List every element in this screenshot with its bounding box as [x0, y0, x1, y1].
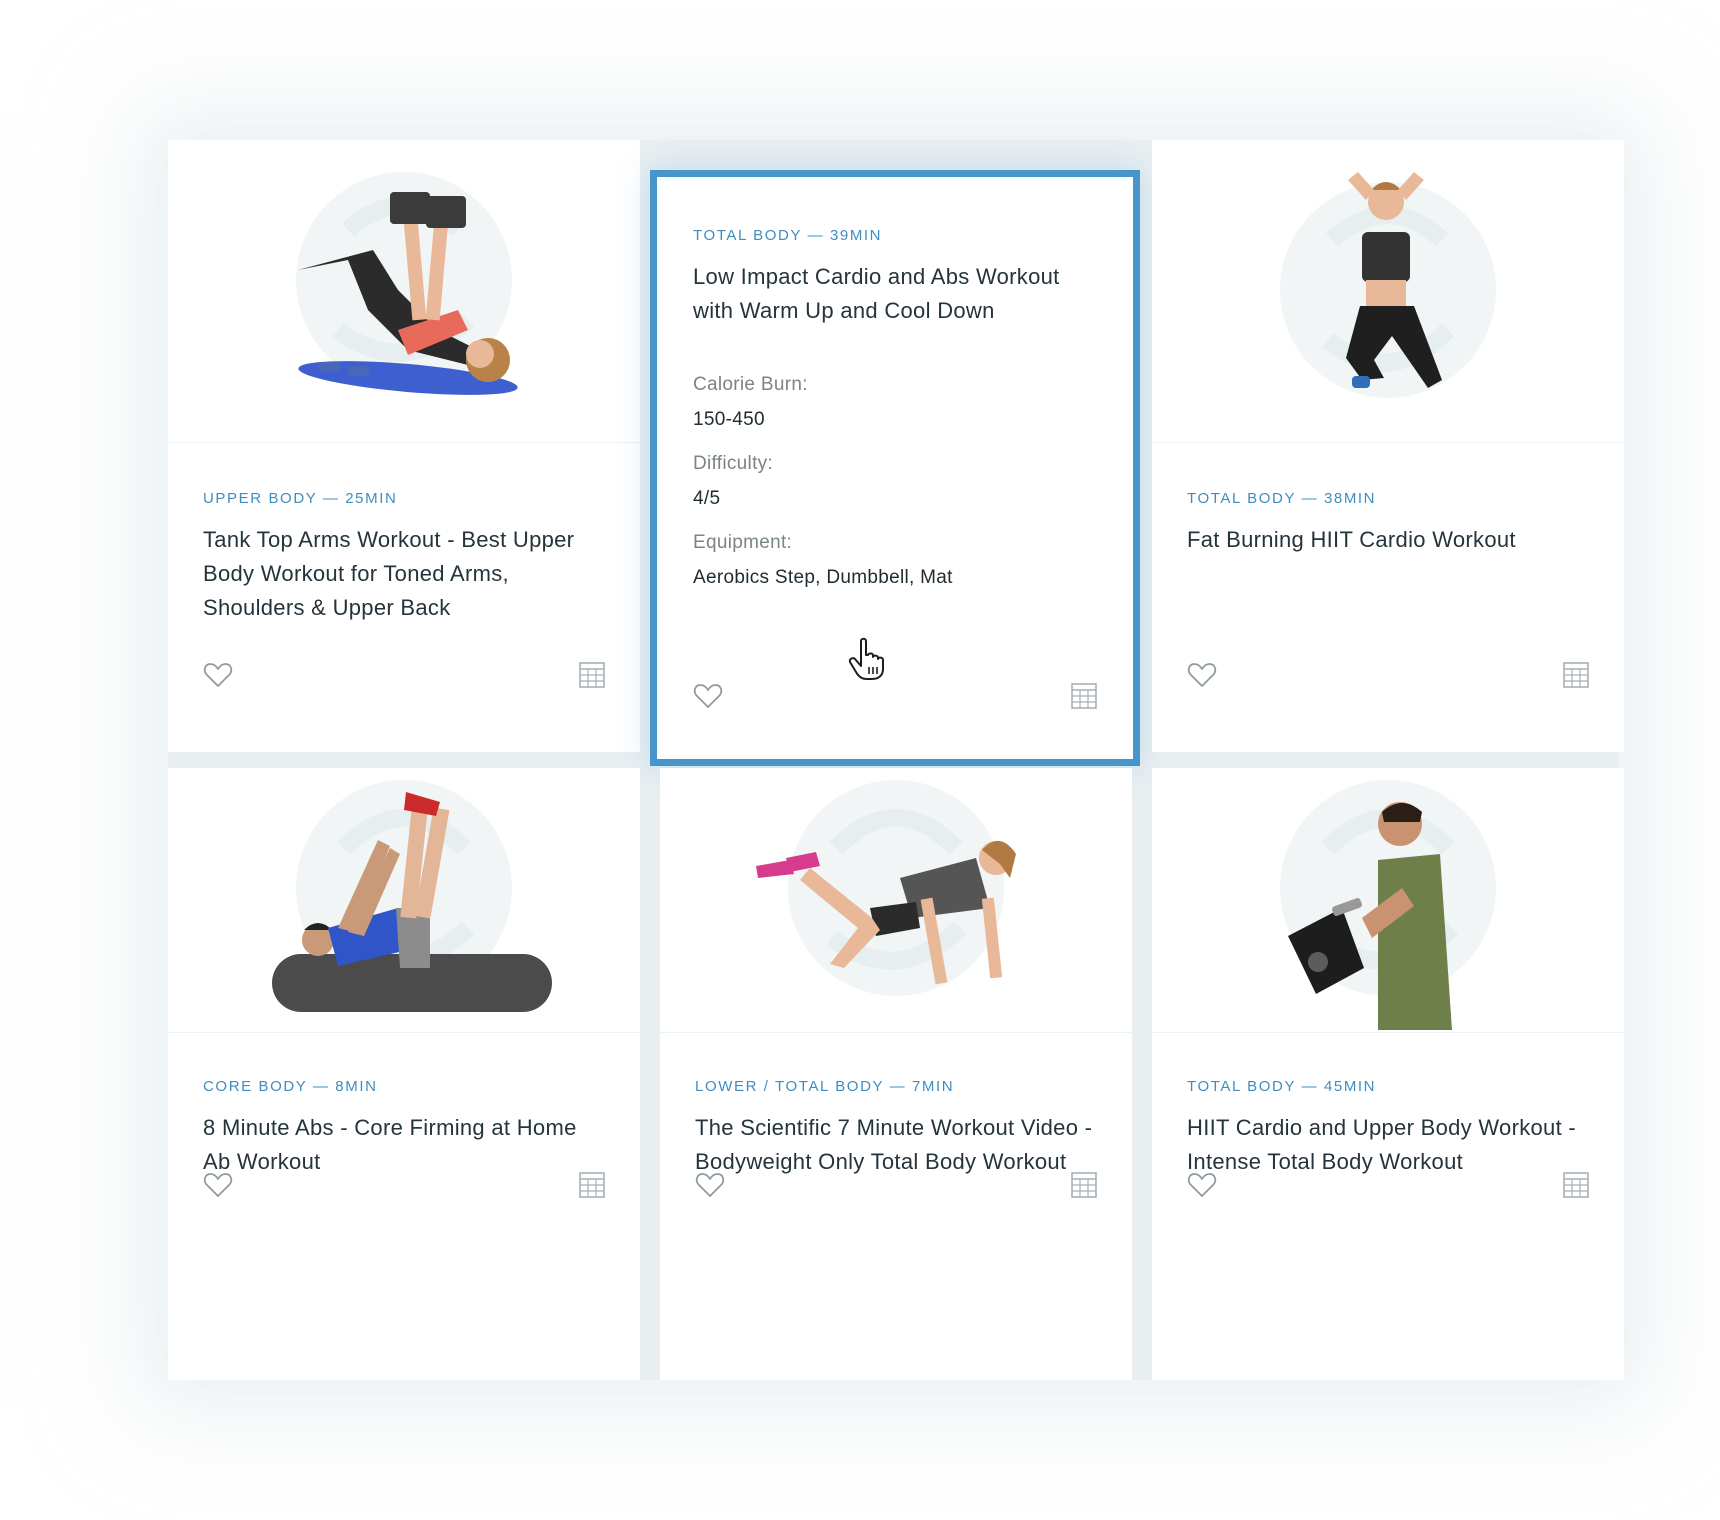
card-actions	[695, 1170, 1097, 1200]
workout-meta: TOTAL BODY — 45MIN	[1187, 1078, 1377, 1095]
workout-title[interactable]: Fat Burning HIIT Cardio Workout	[1187, 523, 1589, 557]
hand-cursor-icon	[848, 637, 884, 680]
workout-meta: UPPER BODY — 25MIN	[203, 490, 398, 507]
grid-icon[interactable]	[579, 662, 605, 688]
workout-title[interactable]: 8 Minute Abs - Core Firming at Home Ab W…	[203, 1111, 605, 1179]
workout-card[interactable]: LOWER / TOTAL BODY — 7MIN The Scientific…	[660, 768, 1132, 1380]
card-content: TOTAL BODY — 38MIN Fat Burning HIIT Card…	[1187, 490, 1589, 557]
calorie-label: Calorie Burn:	[693, 374, 808, 395]
workout-thumbnail[interactable]	[1152, 140, 1624, 443]
card-actions	[203, 1170, 605, 1200]
workout-meta: TOTAL BODY — 39MIN	[693, 227, 883, 244]
workout-title[interactable]: HIIT Cardio and Upper Body Workout - Int…	[1187, 1111, 1589, 1179]
workout-thumbnail[interactable]	[660, 768, 1132, 1033]
heart-icon[interactable]	[695, 1170, 725, 1200]
workout-title[interactable]: Low Impact Cardio and Abs Workout with W…	[693, 260, 1097, 328]
card-actions	[1187, 1170, 1589, 1200]
workout-card-hovered[interactable]: TOTAL BODY — 39MIN Low Impact Cardio and…	[650, 170, 1140, 766]
difficulty-value: 4/5	[693, 488, 721, 509]
heart-icon[interactable]	[1187, 660, 1217, 690]
card-content: UPPER BODY — 25MIN Tank Top Arms Workout…	[203, 490, 605, 625]
page: UPPER BODY — 25MIN Tank Top Arms Workout…	[0, 0, 1720, 1520]
grid-icon[interactable]	[1563, 662, 1589, 688]
card-actions	[1187, 660, 1589, 690]
card-actions	[693, 681, 1097, 711]
equipment-value: Aerobics Step, Dumbbell, Mat	[693, 567, 953, 588]
workout-card[interactable]: CORE BODY — 8MIN 8 Minute Abs - Core Fir…	[168, 768, 640, 1380]
workout-meta: CORE BODY — 8MIN	[203, 1078, 378, 1095]
calorie-value: 150-450	[693, 409, 765, 430]
card-content: TOTAL BODY — 45MIN HIIT Cardio and Upper…	[1187, 1078, 1589, 1179]
grid-icon[interactable]	[579, 1172, 605, 1198]
workout-grid: UPPER BODY — 25MIN Tank Top Arms Workout…	[168, 140, 1624, 1380]
workout-title[interactable]: Tank Top Arms Workout - Best Upper Body …	[203, 523, 605, 625]
card-actions	[203, 660, 605, 690]
difficulty-label: Difficulty:	[693, 453, 774, 474]
card-details: TOTAL BODY — 39MIN Low Impact Cardio and…	[693, 227, 1097, 589]
card-content: LOWER / TOTAL BODY — 7MIN The Scientific…	[695, 1078, 1097, 1179]
heart-icon[interactable]	[203, 660, 233, 690]
workout-meta: TOTAL BODY — 38MIN	[1187, 490, 1377, 507]
grid-icon[interactable]	[1071, 683, 1097, 709]
equipment-label: Equipment:	[693, 532, 793, 553]
heart-icon[interactable]	[693, 681, 723, 711]
workout-card[interactable]: UPPER BODY — 25MIN Tank Top Arms Workout…	[168, 140, 640, 752]
heart-icon[interactable]	[203, 1170, 233, 1200]
workout-title[interactable]: The Scientific 7 Minute Workout Video - …	[695, 1111, 1097, 1179]
workout-thumbnail[interactable]	[168, 140, 640, 443]
grid-icon[interactable]	[1071, 1172, 1097, 1198]
card-content: CORE BODY — 8MIN 8 Minute Abs - Core Fir…	[203, 1078, 605, 1179]
workout-thumbnail[interactable]	[1152, 768, 1624, 1033]
workout-thumbnail[interactable]	[168, 768, 640, 1033]
workout-card[interactable]: TOTAL BODY — 38MIN Fat Burning HIIT Card…	[1152, 140, 1624, 752]
workout-card[interactable]: TOTAL BODY — 45MIN HIIT Cardio and Upper…	[1152, 768, 1624, 1380]
grid-icon[interactable]	[1563, 1172, 1589, 1198]
heart-icon[interactable]	[1187, 1170, 1217, 1200]
workout-meta: LOWER / TOTAL BODY — 7MIN	[695, 1078, 955, 1095]
